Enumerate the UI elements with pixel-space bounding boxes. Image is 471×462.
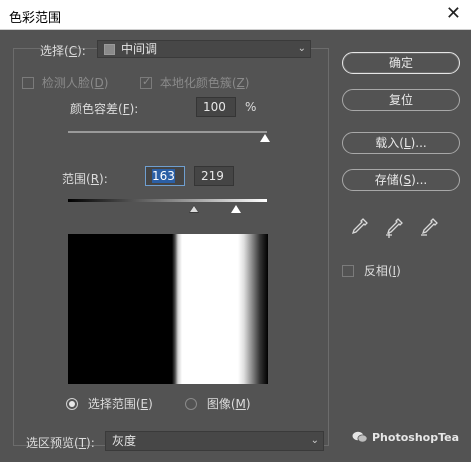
detect-faces-checkbox[interactable]: 检测人脸(D) <box>22 74 108 91</box>
select-label: 选择(C): <box>40 44 86 58</box>
image-radio[interactable]: 图像(M) <box>185 395 251 412</box>
radio-selected-icon <box>66 398 78 410</box>
eyedropper-minus-icon[interactable] <box>418 216 440 238</box>
close-icon[interactable]: ✕ <box>446 3 461 24</box>
eyedropper-icon[interactable] <box>348 216 370 238</box>
range-high-handle[interactable] <box>231 205 241 213</box>
select-value: 中间调 <box>121 42 158 56</box>
window-title: 色彩范围 <box>9 11 62 26</box>
color-range-dialog: 选择(C): 中间调 ⌄ 检测人脸(D) 本地化颜色簇(Z) 颜色容差(F): … <box>0 30 471 462</box>
checkbox-checked-icon <box>140 75 152 89</box>
watermark: PhotoshopTea <box>352 431 459 444</box>
checkbox-icon <box>22 77 34 89</box>
selection-radio[interactable]: 选择范围(E) <box>66 395 153 412</box>
range-label: 范围(R): <box>62 172 108 186</box>
range-gradient-bar[interactable] <box>68 199 267 202</box>
fuzziness-slider-handle[interactable] <box>260 134 270 142</box>
range-high-input[interactable]: 219 <box>194 166 234 186</box>
selection-preview-dropdown[interactable]: 灰度 ⌄ <box>105 431 324 451</box>
selection-preview-image <box>68 234 268 384</box>
fuzziness-input[interactable]: 100 <box>196 97 236 117</box>
radio-icon <box>185 398 197 410</box>
select-dropdown[interactable]: 中间调 ⌄ <box>97 40 311 58</box>
load-button[interactable]: 载入(L)... <box>342 132 460 154</box>
fuzziness-slider-track[interactable] <box>68 131 267 133</box>
range-low-input[interactable]: 163 <box>145 166 185 186</box>
chevron-down-icon: ⌄ <box>297 43 306 54</box>
invert-checkbox[interactable]: 反相(I) <box>342 262 401 279</box>
fuzziness-unit: % <box>245 100 257 114</box>
wechat-icon <box>352 431 368 443</box>
watermark-text: PhotoshopTea <box>372 431 460 444</box>
range-low-handle[interactable] <box>189 205 199 213</box>
ok-button[interactable]: 确定 <box>342 52 460 74</box>
save-button[interactable]: 存储(S)... <box>342 169 460 191</box>
fuzziness-label: 颜色容差(F): <box>70 102 139 116</box>
color-swatch <box>104 44 115 55</box>
reset-button[interactable]: 复位 <box>342 89 460 111</box>
localized-clusters-checkbox[interactable]: 本地化颜色簇(Z) <box>140 74 249 91</box>
selection-preview-label: 选区预览(T): <box>26 436 95 450</box>
eyedropper-plus-icon[interactable] <box>383 216 405 238</box>
title-bar: 色彩范围 ✕ <box>0 0 471 30</box>
chevron-down-icon: ⌄ <box>310 435 319 446</box>
checkbox-icon <box>342 265 354 277</box>
selection-preview-value: 灰度 <box>112 434 137 448</box>
